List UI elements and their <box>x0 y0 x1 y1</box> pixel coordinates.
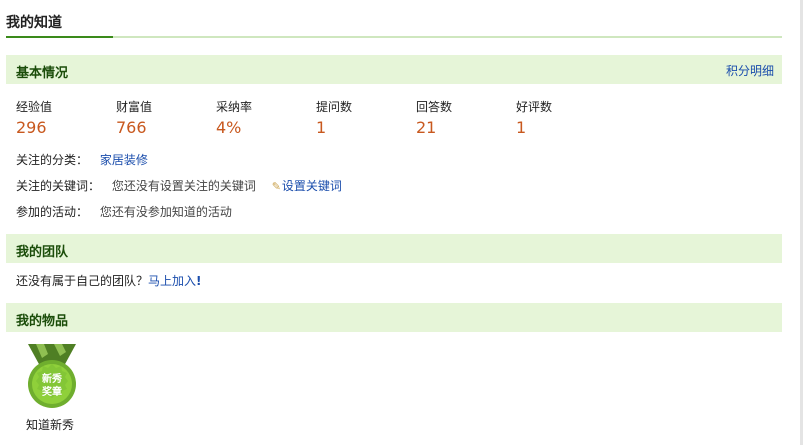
followed-keywords-label: 关注的关键词： <box>16 179 101 193</box>
stat-value: 296 <box>16 118 47 137</box>
stat-label: 回答数 <box>416 100 453 114</box>
join-team-exclaim: ! <box>196 274 202 288</box>
basic-section-header: 基本情况 积分明细 <box>6 55 782 84</box>
team-section-title: 我的团队 <box>16 245 69 260</box>
followed-keywords-row: 关注的关键词： 您还没有设置关注的关键词 ✎设置关键词 <box>16 177 342 194</box>
followed-keywords-empty-text: 您还没有设置关注的关键词 <box>111 179 256 193</box>
stat-label: 采纳率 <box>216 100 253 114</box>
stat-label: 好评数 <box>516 100 553 114</box>
stat-wealth: 财富值 766 <box>116 98 152 137</box>
followed-category-row: 关注的分类： 家居装修 <box>16 151 148 168</box>
page-title: 我的知道 <box>6 15 62 31</box>
stat-adoption-rate: 采纳率 4% <box>216 98 252 137</box>
stat-answers: 回答数 21 <box>416 98 452 137</box>
activities-empty-text: 您还有没参加知道的活动 <box>99 205 232 219</box>
followed-category-link[interactable]: 家居装修 <box>100 153 148 167</box>
basic-section-title: 基本情况 <box>16 66 69 81</box>
medal-line2: 奖章 <box>42 385 62 398</box>
activities-row: 参加的活动： 您还有没参加知道的活动 <box>16 203 232 220</box>
stat-good-reviews: 好评数 1 <box>516 98 552 137</box>
stat-questions: 提问数 1 <box>316 98 352 137</box>
points-detail-link[interactable]: 积分明细 <box>726 62 774 79</box>
medal-name: 知道新秀 <box>26 418 75 432</box>
activities-label: 参加的活动： <box>16 205 89 219</box>
no-team-text: 还没有属于自己的团队？ <box>16 274 149 288</box>
stat-value: 21 <box>416 118 437 137</box>
stat-label: 经验值 <box>16 100 53 114</box>
medal-line1: 新秀 <box>42 372 62 385</box>
stat-label: 财富值 <box>116 100 153 114</box>
stat-value: 1 <box>316 118 327 137</box>
stat-experience: 经验值 296 <box>16 98 52 137</box>
items-section-header: 我的物品 <box>6 303 782 332</box>
stat-value: 4% <box>216 118 242 137</box>
stat-value: 766 <box>116 118 147 137</box>
team-section-header: 我的团队 <box>6 234 782 263</box>
items-section-title: 我的物品 <box>16 314 69 329</box>
title-underline-accent <box>6 36 113 38</box>
rookie-medal-icon[interactable]: 新秀 奖章 <box>24 344 80 410</box>
team-row: 还没有属于自己的团队？马上加入! <box>16 272 202 289</box>
set-keywords-link[interactable]: 设置关键词 <box>282 179 342 193</box>
title-underline <box>6 36 782 38</box>
join-team-link[interactable]: 马上加入 <box>148 274 196 288</box>
pencil-icon: ✎ <box>271 180 281 193</box>
followed-category-label: 关注的分类： <box>16 153 89 167</box>
stat-value: 1 <box>516 118 527 137</box>
stat-label: 提问数 <box>316 100 353 114</box>
